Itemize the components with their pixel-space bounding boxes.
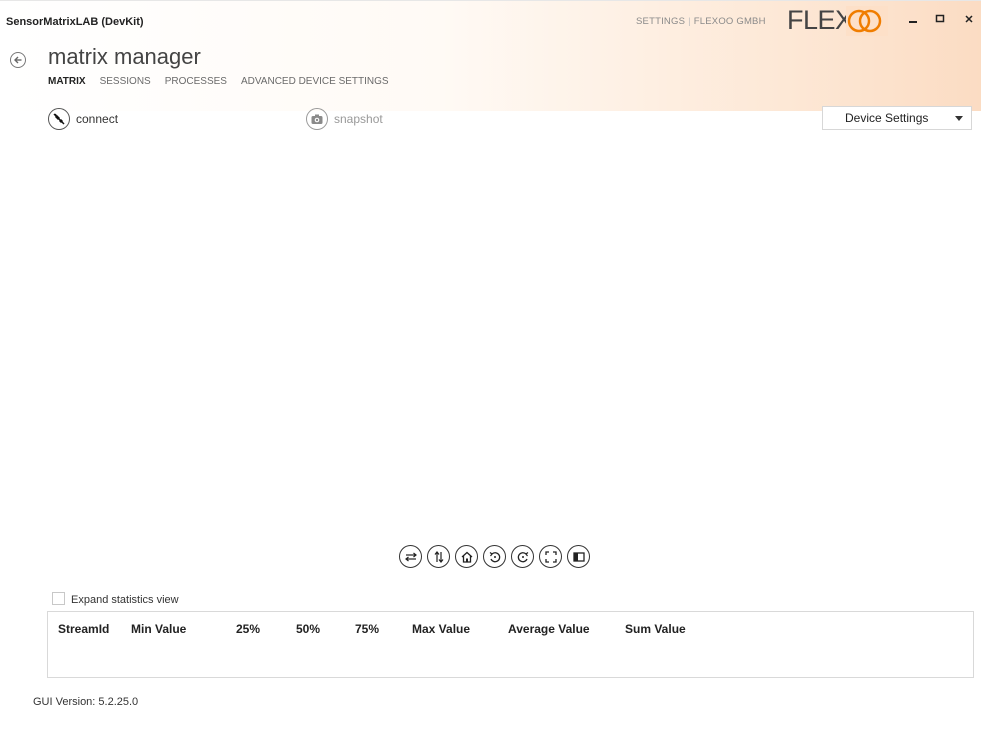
statistics-table: StreamId Min Value 25% 50% 75% Max Value…: [47, 611, 974, 678]
snapshot-label: snapshot: [334, 112, 383, 126]
rotate-right-icon[interactable]: [511, 545, 534, 568]
tab-processes[interactable]: PROCESSES: [165, 76, 227, 87]
camera-icon: [306, 108, 328, 130]
fullscreen-icon[interactable]: [539, 545, 562, 568]
company-link[interactable]: FLEXOO GMBH: [694, 16, 766, 27]
device-settings-dropdown[interactable]: Device Settings: [822, 106, 972, 130]
expand-statistics-checkbox[interactable]: [52, 592, 65, 605]
logo-circles-icon: [846, 6, 888, 36]
column-header-streamid: StreamId: [58, 622, 110, 636]
matrix-plot-area[interactable]: [47, 140, 974, 535]
gui-version: GUI Version: 5.2.25.0: [33, 696, 139, 708]
page-title: matrix manager: [48, 44, 201, 69]
plot-toolbar: [399, 545, 590, 568]
maximize-icon[interactable]: [932, 10, 948, 28]
link-separator: |: [688, 16, 691, 27]
close-icon[interactable]: [961, 10, 977, 28]
connect-button[interactable]: connect: [48, 108, 118, 130]
home-icon[interactable]: [455, 545, 478, 568]
swap-horizontal-icon[interactable]: [399, 545, 422, 568]
chevron-down-icon: [955, 116, 963, 121]
minimize-icon[interactable]: [905, 10, 921, 28]
tab-matrix[interactable]: MATRIX: [48, 76, 86, 87]
rotate-left-icon[interactable]: [483, 545, 506, 568]
panel-toggle-icon[interactable]: [567, 545, 590, 568]
column-header-50: 50%: [296, 622, 321, 636]
column-header-max-value: Max Value: [412, 622, 471, 636]
column-header-average-value: Average Value: [508, 622, 590, 636]
column-header-75: 75%: [355, 622, 380, 636]
swap-vertical-icon[interactable]: [427, 545, 450, 568]
device-settings-value: Device Settings: [845, 111, 929, 125]
column-header-25: 25%: [236, 622, 261, 636]
snapshot-button[interactable]: snapshot: [306, 108, 383, 130]
expand-statistics-label[interactable]: Expand statistics view: [71, 594, 179, 606]
tab-sessions[interactable]: SESSIONS: [100, 76, 151, 87]
nav-tabs: MATRIX SESSIONS PROCESSES ADVANCED DEVIC…: [48, 76, 389, 87]
column-header-sum-value: Sum Value: [625, 622, 686, 636]
back-arrow-icon[interactable]: [10, 52, 26, 68]
column-header-min-value: Min Value: [131, 622, 187, 636]
settings-link[interactable]: SETTINGS: [636, 16, 685, 27]
tab-advanced-device-settings[interactable]: ADVANCED DEVICE SETTINGS: [241, 76, 389, 87]
disconnected-plug-icon: [48, 108, 70, 130]
window-title: SensorMatrixLAB (DevKit): [6, 16, 144, 28]
top-links: SETTINGS | FLEXOO GMBH: [636, 16, 766, 27]
connect-label: connect: [76, 112, 119, 126]
